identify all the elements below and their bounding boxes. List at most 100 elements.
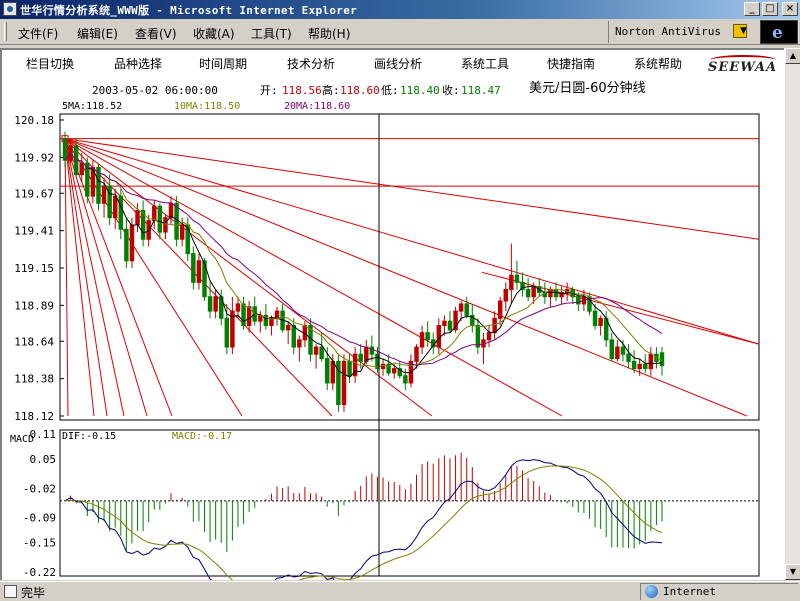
ie-throbber-logo: e (760, 20, 798, 44)
dif-legend: DIF:-0.15 (62, 431, 116, 442)
candle-body (196, 260, 202, 283)
norton-toolbar[interactable]: Norton AntiVirus (608, 21, 756, 43)
day-marker-label: 5 (504, 579, 511, 580)
globe-icon (645, 585, 658, 598)
candle-body (179, 224, 185, 240)
nav-system-help[interactable]: 系统帮助 (634, 55, 682, 72)
title-bar[interactable]: 世华行情分析系统_WWW版 - Microsoft Internet Explo… (0, 0, 800, 19)
candle-body (124, 228, 129, 262)
price-tick-label: 119.67 (14, 187, 54, 200)
open-label: 开: (260, 84, 278, 97)
nav-system-tools[interactable]: 系统工具 (461, 55, 509, 72)
candle-body (531, 286, 536, 298)
nav-period[interactable]: 时间周期 (199, 55, 247, 72)
candle-body (79, 162, 84, 176)
ma5-line (64, 152, 663, 378)
close-button[interactable]: × (782, 2, 798, 16)
nav-tech-analysis[interactable]: 技术分析 (287, 55, 335, 72)
day-marker-label: 1 (199, 579, 206, 580)
menu-edit[interactable]: 编辑(E) (77, 25, 118, 42)
candle-body (648, 353, 654, 370)
price-tick-label: 118.38 (14, 373, 54, 386)
candle-body (369, 346, 375, 355)
app-nav-bar: 栏目切换 品种选择 时间周期 技术分析 画线分析 系统工具 快捷指南 系统帮助 … (2, 52, 784, 75)
candle-body (341, 360, 347, 406)
macd-tick-label: 0.11 (30, 428, 57, 441)
price-tick-label: 119.15 (14, 262, 54, 275)
status-bar: 完毕 Internet (0, 581, 800, 600)
candle-body (598, 317, 603, 326)
scroll-up-button[interactable]: ▲ (785, 48, 800, 64)
scroll-down-button[interactable]: ▼ (785, 564, 800, 580)
nav-column-switch[interactable]: 栏目切换 (26, 55, 74, 72)
nav-shortcuts[interactable]: 快捷指南 (547, 55, 595, 72)
security-zone[interactable]: Internet (640, 583, 798, 600)
candle-body (525, 289, 531, 298)
ma10-legend: 10MA:118.50 (174, 101, 240, 112)
candle-body (224, 317, 230, 348)
menu-tools[interactable]: 工具(T) (251, 25, 292, 42)
fan-line (64, 138, 173, 417)
price-tick-label: 119.41 (14, 225, 54, 238)
day-marker-label: 3 (486, 579, 493, 580)
macd-legend: MACD:-0.17 (172, 431, 232, 442)
day-marker-label: 6 (611, 579, 618, 580)
window-title: 世华行情分析系统_WWW版 - Microsoft Internet Explo… (20, 4, 358, 17)
nav-instrument[interactable]: 品种选择 (114, 55, 162, 72)
price-tick-label: 120.18 (14, 114, 54, 127)
ma20-line (64, 152, 663, 366)
zone-label: Internet (663, 585, 716, 598)
candle-body (213, 296, 218, 312)
candle-body (475, 324, 481, 348)
nav-drawing[interactable]: 画线分析 (374, 55, 422, 72)
price-tick-label: 119.92 (14, 151, 54, 164)
page-icon (4, 585, 17, 598)
vertical-scrollbar[interactable]: ▲ ▼ (784, 48, 800, 580)
candle-body (112, 195, 118, 219)
menu-view[interactable]: 查看(V) (135, 25, 177, 42)
candle-body (514, 274, 520, 283)
candle-body (235, 303, 241, 312)
maximize-button[interactable]: □ (762, 2, 778, 16)
candle-body (207, 296, 213, 312)
minimize-button[interactable]: _ (744, 2, 760, 16)
ie-window-icon[interactable] (3, 2, 17, 16)
candle-body (414, 346, 419, 362)
norton-dropdown-icon[interactable]: ▼ (740, 26, 747, 36)
macd-tick-label: 0.05 (30, 453, 57, 466)
fan-line (64, 138, 148, 417)
candle-body (436, 324, 442, 348)
candle-body (285, 324, 291, 331)
candle-body (157, 205, 163, 233)
fan-line (64, 138, 433, 417)
menu-file[interactable]: 文件(F) (18, 25, 58, 42)
toolbar-grip[interactable] (4, 22, 7, 41)
candle-body (486, 332, 492, 341)
fan-line (64, 138, 69, 417)
candle-body (101, 185, 107, 204)
candle-body (358, 353, 363, 362)
chart-area[interactable]: 2003-05-02 06:00:00 开: 118.56 高: 118.60 … (2, 74, 784, 580)
candle-body (492, 317, 497, 334)
candle-body (497, 300, 503, 319)
close-label: 收: (442, 83, 460, 97)
browser-window: 世华行情分析系统_WWW版 - Microsoft Internet Explo… (0, 0, 800, 600)
status-text: 完毕 (21, 586, 46, 600)
candle-body (391, 368, 397, 374)
candle-body (615, 346, 620, 360)
high-label: 高: (322, 83, 340, 97)
fan-line (64, 138, 760, 345)
menu-favorites[interactable]: 收藏(A) (193, 25, 235, 42)
candle-body (129, 224, 135, 262)
candle-body (464, 303, 469, 316)
fan-line (64, 138, 95, 417)
low-value: 118.40 (400, 84, 440, 97)
menu-help[interactable]: 帮助(H) (308, 25, 350, 42)
ma5-legend: 5MA:118.52 (62, 101, 122, 112)
candle-body (191, 253, 196, 283)
candle-body (274, 310, 280, 319)
candle-body (163, 217, 168, 233)
fan-line (64, 138, 748, 417)
ma20-legend: 20MA:118.60 (284, 101, 350, 112)
candle-body (626, 353, 631, 362)
